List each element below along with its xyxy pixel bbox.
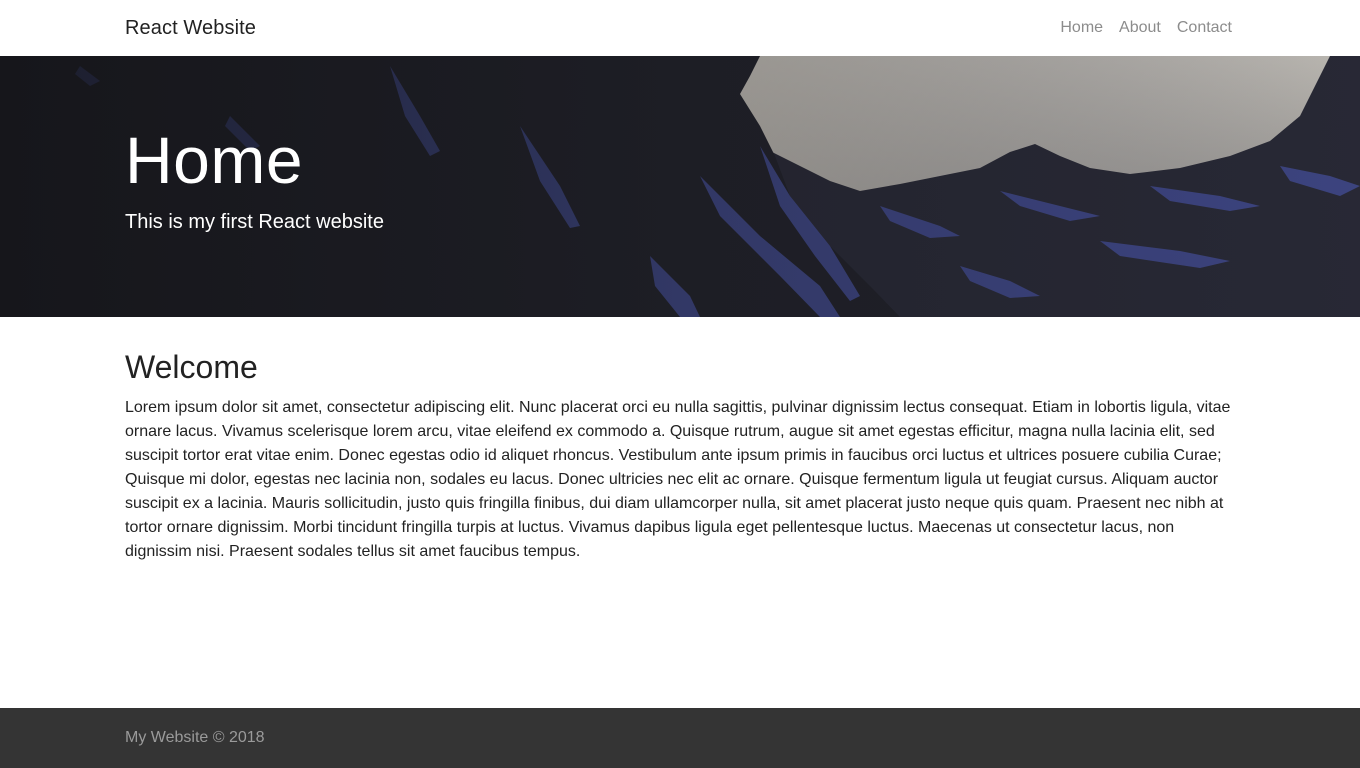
main-content: Welcome Lorem ipsum dolor sit amet, cons… <box>0 317 1360 564</box>
footer: My Website © 2018 <box>0 708 1360 768</box>
nav-links: Home About Contact <box>1060 19 1232 37</box>
nav-link-home[interactable]: Home <box>1060 19 1103 37</box>
navbar-container: React Website Home About Contact <box>125 0 1235 56</box>
hero-header: Home This is my first React website <box>0 56 1360 317</box>
navbar: React Website Home About Contact <box>0 0 1360 56</box>
welcome-heading: Welcome <box>125 349 258 385</box>
footer-copyright: My Website © 2018 <box>125 729 265 746</box>
hero-content: Home This is my first React website <box>125 56 1235 234</box>
brand-link[interactable]: React Website <box>125 17 256 40</box>
content-container: Welcome Lorem ipsum dolor sit amet, cons… <box>125 317 1235 564</box>
nav-link-contact[interactable]: Contact <box>1177 19 1232 37</box>
welcome-paragraph: Lorem ipsum dolor sit amet, consectetur … <box>125 399 1231 560</box>
hero-subtitle: This is my first React website <box>125 211 384 233</box>
hero-title: Home <box>125 123 304 197</box>
nav-link-about[interactable]: About <box>1119 19 1161 37</box>
footer-container: My Website © 2018 <box>125 708 1235 768</box>
